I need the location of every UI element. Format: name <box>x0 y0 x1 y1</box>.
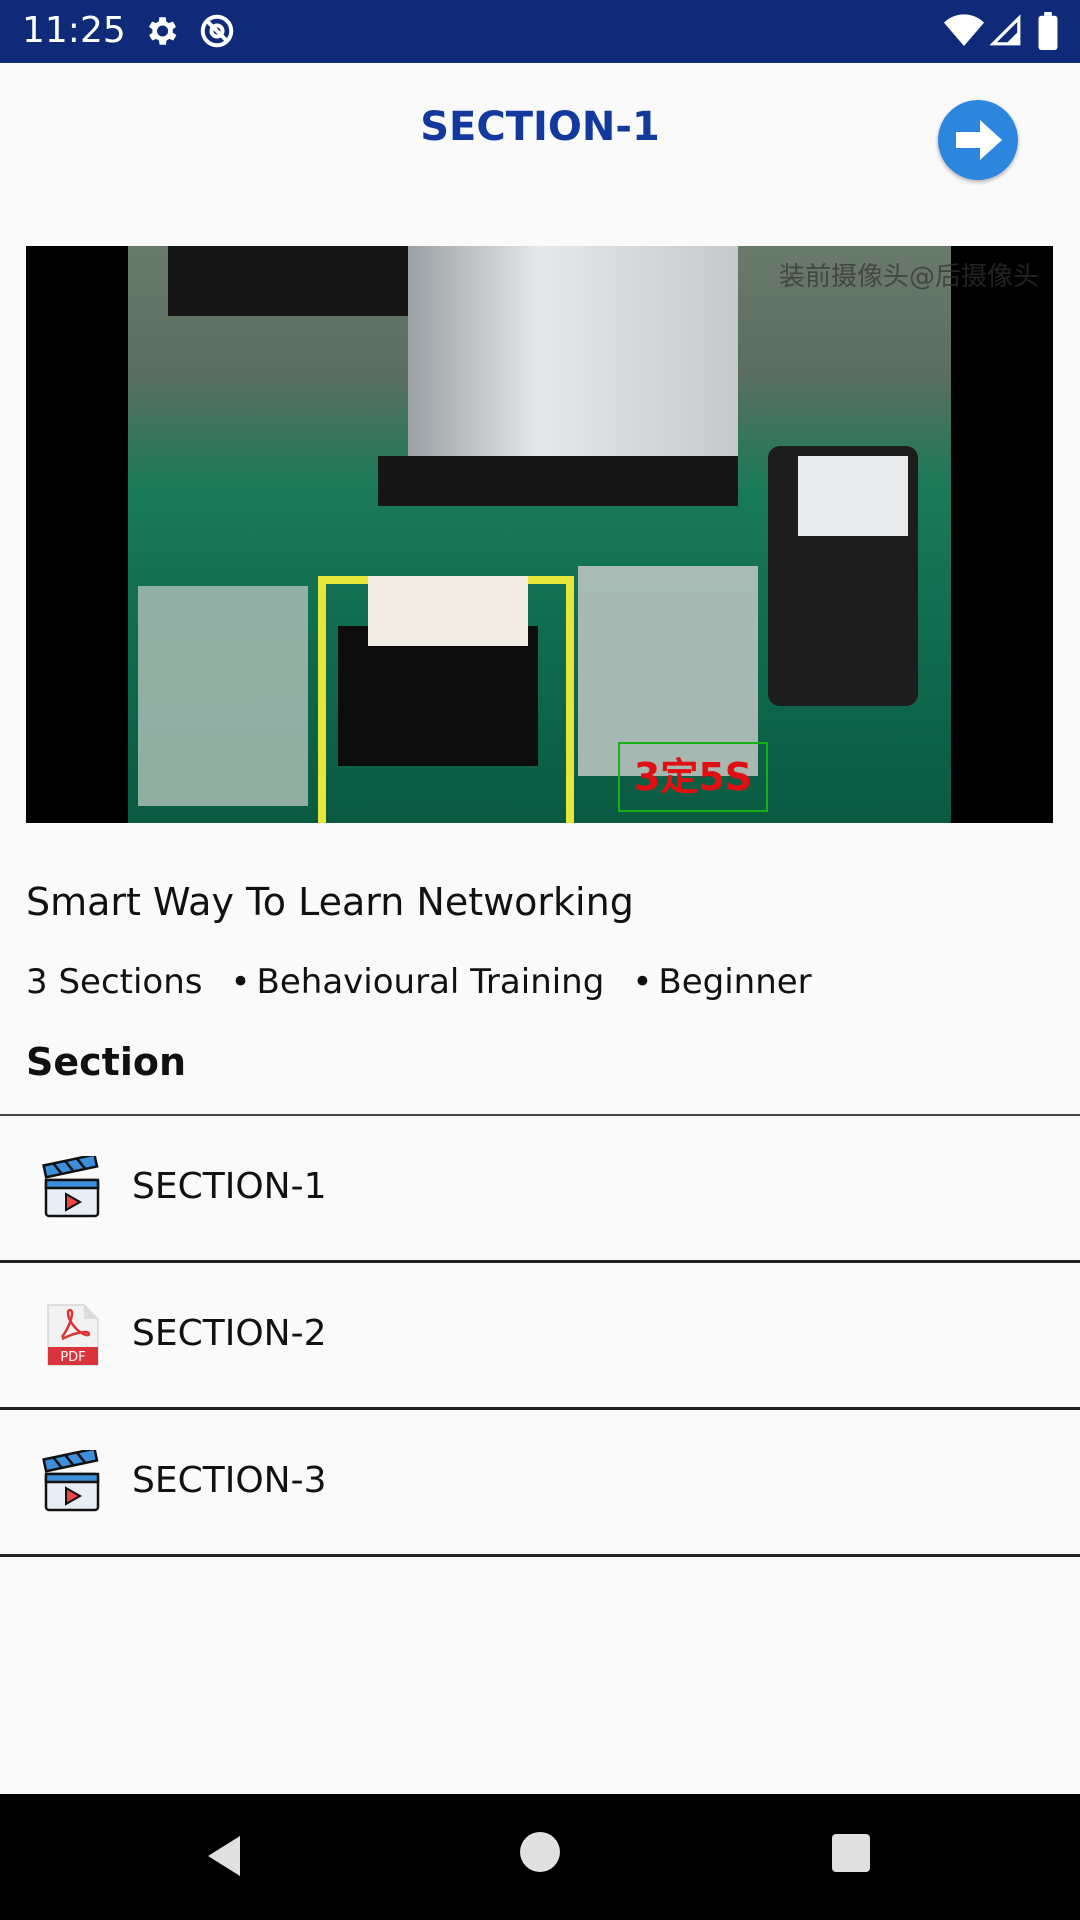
section-item[interactable]: PDF SECTION-2 <box>0 1263 1080 1410</box>
section-list: SECTION-1 PDF SECTION-2 SECTION-3 <box>0 1114 1080 1557</box>
recents-icon[interactable] <box>832 1834 870 1872</box>
section-label: SECTION-1 <box>132 1166 327 1207</box>
wifi-icon <box>944 14 984 46</box>
section-item[interactable]: SECTION-3 <box>0 1410 1080 1557</box>
monitor-shape <box>168 246 408 316</box>
video-caption: 3定5S <box>618 742 768 812</box>
pdf-icon: PDF <box>47 1304 99 1366</box>
back-icon[interactable] <box>204 1834 244 1878</box>
section-heading: Section <box>26 1040 187 1084</box>
separator-dot: • <box>632 962 653 1002</box>
course-level: Beginner <box>658 962 812 1002</box>
home-icon[interactable] <box>520 1832 560 1872</box>
video-player[interactable]: 装前摄像头@后摄像头 3定5S <box>26 246 1053 823</box>
course-title: Smart Way To Learn Networking <box>26 880 634 924</box>
fixture-tray <box>338 626 538 766</box>
course-meta: 3 Sections • Behavioural Training • Beginner <box>26 962 812 1002</box>
video-frame <box>128 246 951 823</box>
section-label: SECTION-2 <box>132 1313 327 1354</box>
section-item[interactable]: SECTION-1 <box>0 1116 1080 1263</box>
status-bar: 11:25 <box>0 0 1080 63</box>
status-time: 11:25 <box>22 10 126 51</box>
course-category: Behavioural Training <box>256 962 605 1002</box>
scanner-label <box>798 456 908 536</box>
signal-icon <box>990 14 1021 46</box>
separator-dot: • <box>230 962 251 1002</box>
section-label: SECTION-3 <box>132 1460 327 1501</box>
sections-count: 3 Sections <box>26 962 203 1002</box>
arrow-right-icon <box>956 120 1002 160</box>
gear-icon <box>148 17 177 45</box>
page-title: SECTION-1 <box>420 104 660 150</box>
svg-text:PDF: PDF <box>60 1350 85 1365</box>
video-watermark: 装前摄像头@后摄像头 <box>778 262 1039 292</box>
video-clapper-icon <box>42 1450 100 1512</box>
fixture-top <box>368 576 528 646</box>
next-button[interactable] <box>938 100 1018 180</box>
battery-icon <box>1038 12 1058 50</box>
at-icon <box>200 14 234 48</box>
chip-tray <box>138 586 308 806</box>
machine-panel <box>408 246 738 466</box>
video-clapper-icon <box>42 1156 100 1218</box>
navigation-bar <box>0 1794 1080 1920</box>
machine-base <box>378 456 738 506</box>
